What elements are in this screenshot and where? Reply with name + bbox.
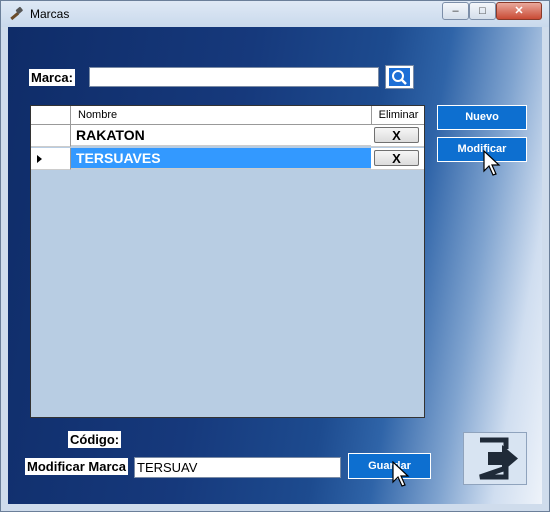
row-header[interactable] <box>31 148 71 170</box>
maximize-button[interactable]: □ <box>469 2 496 20</box>
exit-arrow-icon <box>479 437 518 480</box>
table-row-selected[interactable]: TERSUAVES X <box>31 148 424 170</box>
search-icon <box>389 68 410 86</box>
modificar-button[interactable]: Modificar <box>437 137 527 162</box>
window-title: Marcas <box>30 7 70 21</box>
name-cell[interactable]: RAKATON <box>71 125 371 146</box>
brands-grid[interactable]: Nombre Eliminar RAKATON X TERSUAVES X <box>30 105 425 418</box>
marca-label: Marca: <box>29 69 75 86</box>
delete-cell: X <box>371 125 424 147</box>
delete-button[interactable]: X <box>374 150 419 166</box>
minimize-button[interactable]: – <box>442 2 469 20</box>
delete-cell: X <box>371 148 424 170</box>
mouse-pointer-icon <box>392 461 410 487</box>
column-header-nombre[interactable]: Nombre <box>78 106 117 124</box>
nuevo-button[interactable]: Nuevo <box>437 105 527 130</box>
modificar-marca-label: Modificar Marca <box>25 458 128 475</box>
title-bar: Marcas – □ ✕ <box>1 1 549 27</box>
form-client-area: Marca: Nombre Eliminar RAKATON X TERSUAV… <box>8 27 542 504</box>
delete-button[interactable]: X <box>374 127 419 143</box>
name-cell[interactable]: TERSUAVES <box>71 148 371 169</box>
mouse-pointer-icon <box>483 150 501 176</box>
hammer-icon <box>10 6 23 21</box>
search-button[interactable] <box>385 65 414 89</box>
current-row-indicator-icon <box>37 155 42 163</box>
column-header-eliminar[interactable]: Eliminar <box>371 106 425 124</box>
codigo-label: Código: <box>68 431 122 448</box>
window: Marcas – □ ✕ Marca: Nombre Eliminar RAKA… <box>0 0 550 512</box>
close-button[interactable]: ✕ <box>496 2 542 20</box>
search-input[interactable] <box>89 67 379 87</box>
marca-name-input[interactable]: TERSUAV <box>134 457 341 478</box>
guardar-button[interactable]: Guardar <box>348 453 431 479</box>
grid-header: Nombre Eliminar <box>31 106 424 125</box>
table-row[interactable]: RAKATON X <box>31 125 424 147</box>
exit-button[interactable] <box>463 432 527 485</box>
header-row-selector <box>31 106 71 124</box>
row-header[interactable] <box>31 125 71 147</box>
